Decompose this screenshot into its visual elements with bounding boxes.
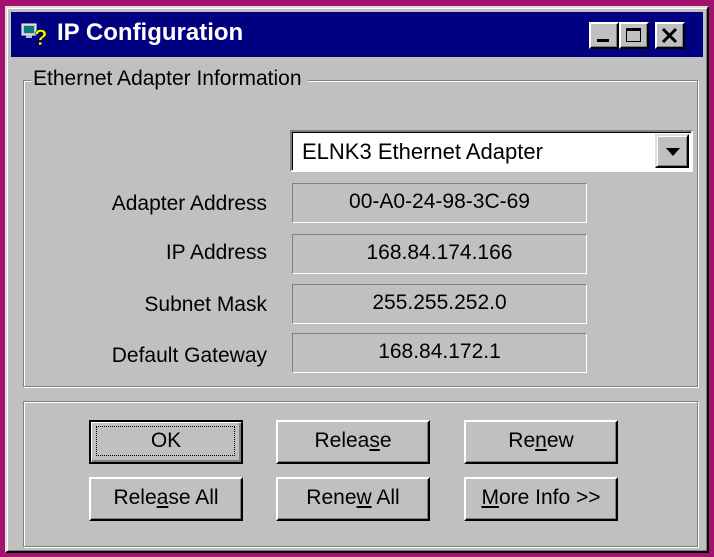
adapter-select[interactable]: ELNK3 Ethernet Adapter <box>290 130 693 172</box>
subnet-mask-label: Subnet Mask <box>144 293 267 316</box>
renew-all-button[interactable]: Renew All <box>276 477 430 521</box>
adapter-select-value: ELNK3 Ethernet Adapter <box>302 139 543 164</box>
release-all-button[interactable]: Release All <box>89 477 243 521</box>
title-bar[interactable]: ? IP Configuration <box>11 12 703 57</box>
default-gateway-value: 168.84.172.1 <box>292 333 587 373</box>
ip-address-label: IP Address <box>165 241 267 264</box>
release-all-button-label: Release All <box>113 486 219 509</box>
ip-config-app-icon[interactable]: ? <box>21 21 49 50</box>
maximize-button[interactable] <box>619 22 649 49</box>
more-info-button[interactable]: More Info >> <box>464 477 618 521</box>
renew-button[interactable]: Renew <box>464 420 618 464</box>
adapter-select-dropdown-button[interactable] <box>655 134 689 168</box>
ok-button-label: OK <box>150 429 182 452</box>
renew-all-button-label: Renew All <box>306 486 400 509</box>
ok-button[interactable]: OK <box>89 420 243 464</box>
close-button[interactable] <box>655 22 685 49</box>
subnet-mask-value: 255.255.252.0 <box>292 284 587 324</box>
renew-button-label: Renew <box>508 429 574 452</box>
adapter-address-label: Adapter Address <box>111 192 267 215</box>
close-icon <box>661 27 678 44</box>
adapter-address-value: 00-A0-24-98-3C-69 <box>292 183 587 223</box>
window-title: IP Configuration <box>57 19 244 46</box>
release-button-label: Release <box>314 429 392 452</box>
svg-text:?: ? <box>34 25 47 47</box>
default-gateway-label: Default Gateway <box>111 344 267 367</box>
ip-configuration-window: ? IP Configuration Ethernet Adapter Info… <box>5 6 709 553</box>
chevron-down-icon <box>666 148 680 156</box>
minimize-icon <box>597 39 609 42</box>
release-button[interactable]: Release <box>276 420 430 464</box>
minimize-button[interactable] <box>589 22 619 49</box>
maximize-icon <box>626 28 641 42</box>
more-info-button-label: More Info >> <box>481 486 601 509</box>
adapter-info-group-label: Ethernet Adapter Information <box>31 65 308 93</box>
ip-address-value: 168.84.174.166 <box>292 234 587 274</box>
